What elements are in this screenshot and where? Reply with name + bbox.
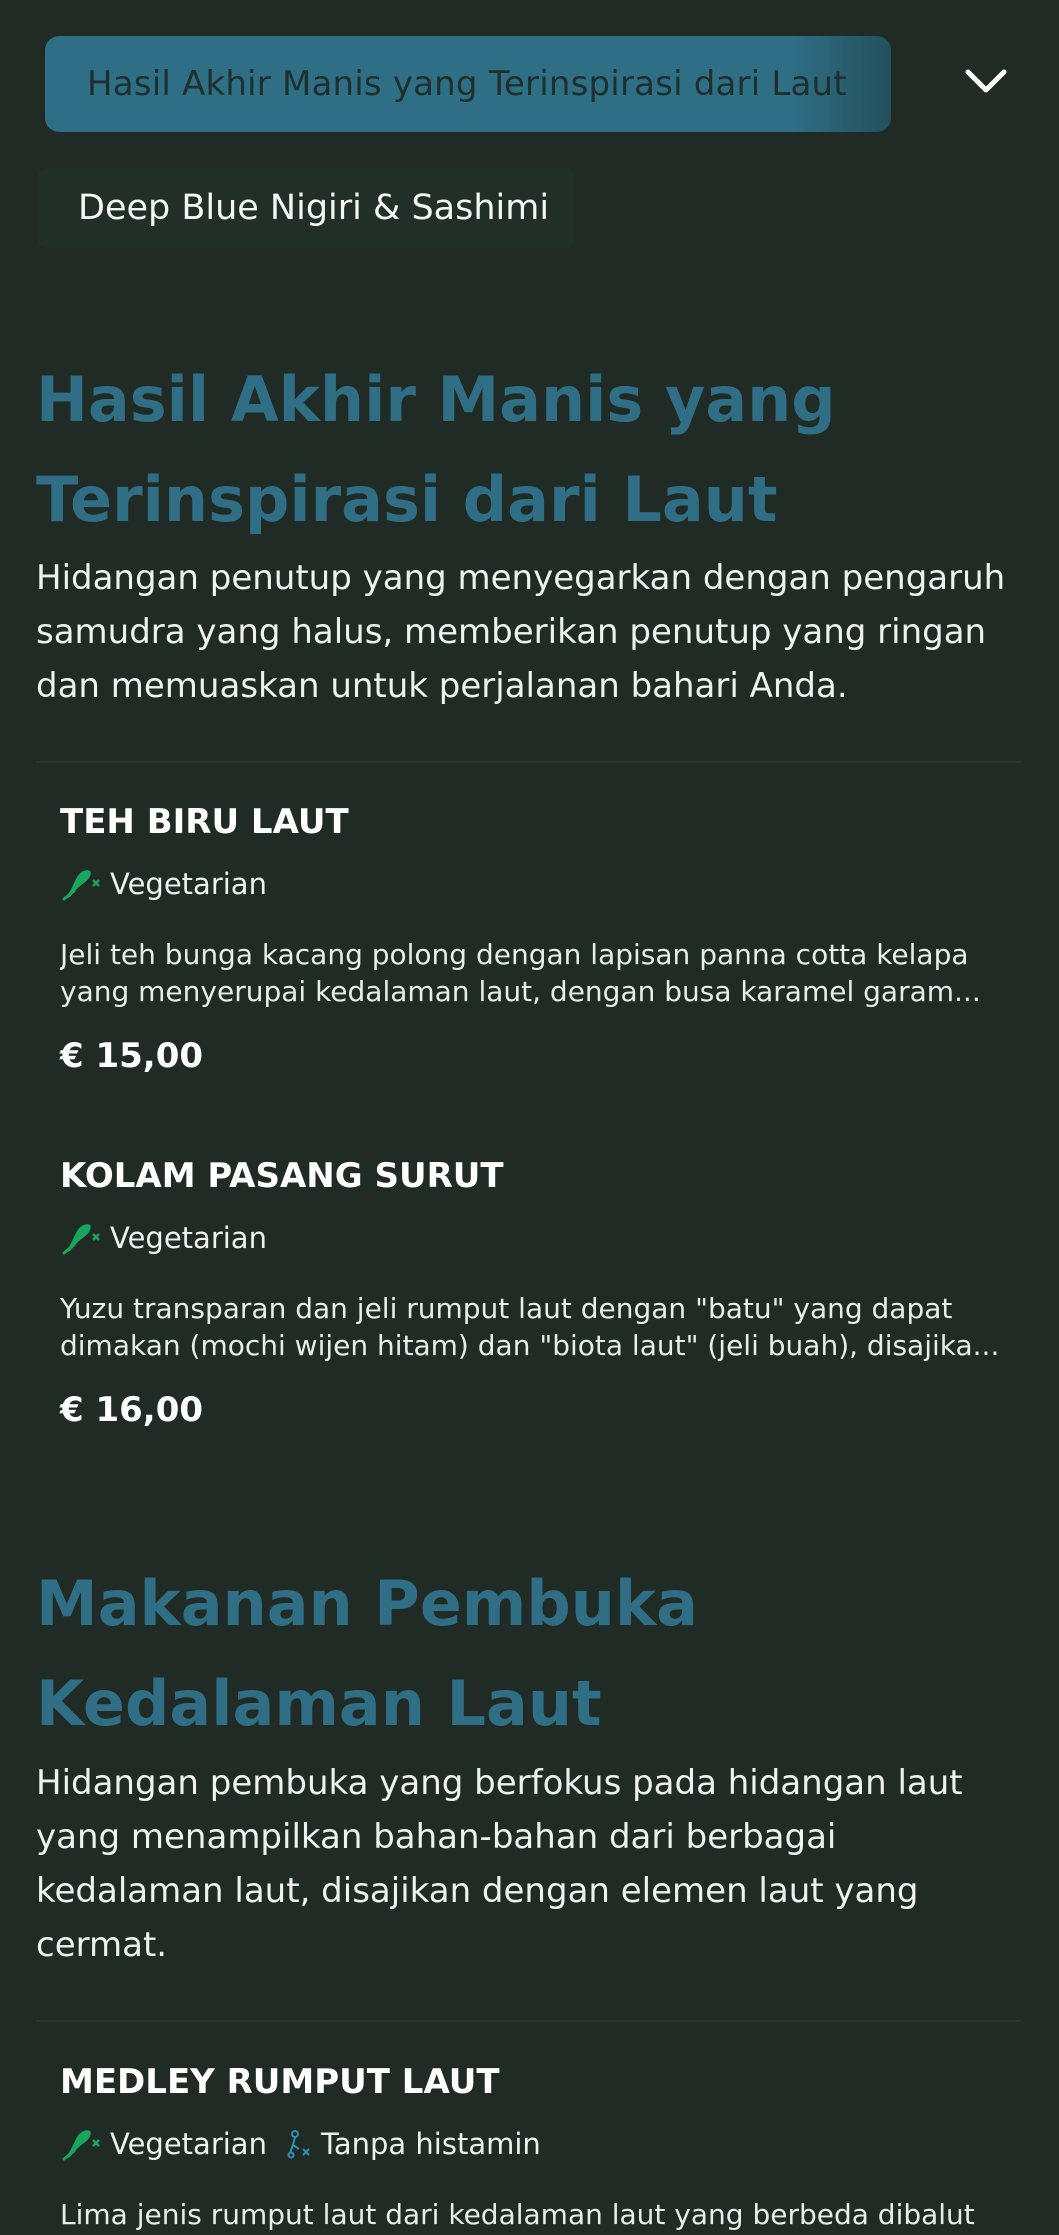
vegetarian-leaf-icon — [62, 1224, 100, 1255]
menu-item-name[interactable]: KOLAM PASANG SURUT — [60, 1156, 504, 1196]
section-title: Makanan Pembuka Kedalaman Laut — [36, 1554, 996, 1754]
category-selector[interactable]: Hasil Akhir Manis yang Terinspirasi dari… — [45, 36, 891, 132]
section-divider — [36, 2020, 1021, 2022]
section-divider — [36, 761, 1021, 763]
menu-item-tags: Vegetarian — [60, 864, 267, 904]
section-title-line: Terinspirasi dari Laut — [36, 463, 778, 536]
tag-label: Vegetarian — [110, 1221, 267, 1255]
vegetarian-leaf-icon — [62, 870, 100, 901]
histamine-free-icon — [287, 2130, 310, 2159]
menu-item-tags: Vegetarian — [60, 1218, 267, 1258]
tag-label: Vegetarian — [110, 867, 267, 901]
menu-item-name[interactable]: TEH BIRU LAUT — [60, 802, 349, 842]
category-bar: Hasil Akhir Manis yang Terinspirasi dari… — [0, 0, 1059, 160]
tag-vegetarian: Vegetarian — [60, 1219, 267, 1257]
section-title: Hasil Akhir Manis yang Terinspirasi dari… — [36, 350, 996, 550]
tag-label: Vegetarian — [110, 2127, 267, 2161]
chevron-down-icon[interactable] — [962, 62, 1010, 102]
tag-histamine-free: Tanpa histamin — [287, 2127, 541, 2161]
section-title-line: Makanan Pembuka — [36, 1567, 698, 1640]
menu-item-description: Yuzu transparan dan jeli rumput laut den… — [60, 1292, 1000, 1362]
tag-vegetarian: Vegetarian — [60, 2125, 267, 2163]
menu-item-name[interactable]: MEDLEY RUMPUT LAUT — [60, 2062, 500, 2102]
section-description: Hidangan penutup yang menyegarkan dengan… — [36, 558, 1006, 706]
category-label: Hasil Akhir Manis yang Terinspirasi dari… — [87, 64, 847, 104]
section-title-line: Kedalaman Laut — [36, 1667, 602, 1740]
section-description: Hidangan pembuka yang berfokus pada hida… — [36, 1763, 963, 1965]
section-title-line: Hasil Akhir Manis yang — [36, 363, 836, 436]
subcategory-label: Deep Blue Nigiri & Sashimi — [78, 188, 550, 228]
vegetarian-leaf-icon — [62, 2130, 100, 2161]
menu-item-description: Lima jenis rumput laut dari kedalaman la… — [60, 2198, 975, 2231]
menu-item-description: Jeli teh bunga kacang polong dengan lapi… — [60, 938, 981, 1008]
subcategory-tab[interactable]: Deep Blue Nigiri & Sashimi — [38, 168, 575, 248]
menu-item-price: € 16,00 — [60, 1390, 204, 1430]
tag-vegetarian: Vegetarian — [60, 865, 267, 903]
menu-item-tags: Vegetarian Tanpa histamin — [60, 2124, 541, 2164]
tag-label: Tanpa histamin — [320, 2127, 541, 2161]
menu-item-price: € 15,00 — [60, 1036, 204, 1076]
